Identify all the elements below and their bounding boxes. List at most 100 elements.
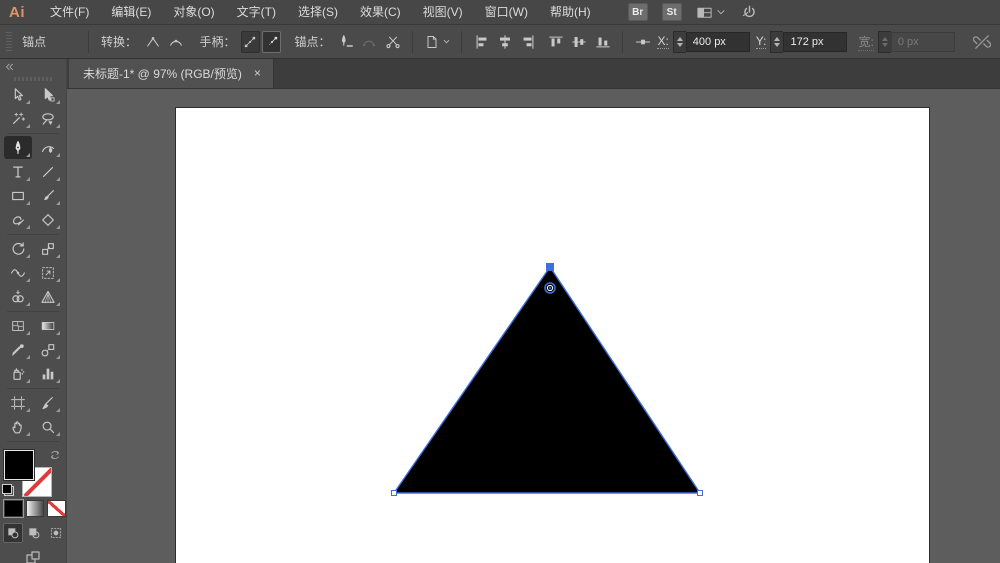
blend-tool[interactable] [34, 338, 62, 361]
hide-handles-button[interactable] [262, 30, 282, 53]
artboard-page-icon [424, 34, 440, 50]
convert-to-corner-button[interactable] [142, 30, 163, 54]
direct-selection-tool[interactable] [34, 83, 62, 106]
menu-item-edit[interactable]: 编辑(E) [100, 1, 162, 24]
type-tool[interactable] [4, 160, 32, 183]
align-to-artboard-dropdown[interactable] [422, 30, 452, 54]
align-horizontal-right-button[interactable] [517, 30, 538, 54]
tool-row [0, 362, 66, 386]
align-horizontal-center-button[interactable] [494, 30, 515, 54]
show-handles-button[interactable] [240, 30, 260, 53]
hide-handles-icon [265, 35, 279, 49]
draw-normal-button[interactable] [3, 523, 24, 544]
align-vertical-top-button[interactable] [546, 30, 567, 54]
convert-to-smooth-button[interactable] [165, 30, 186, 54]
gradient-tool[interactable] [34, 314, 62, 337]
x-stepper[interactable] [672, 30, 686, 53]
remove-anchor-button[interactable] [336, 30, 357, 54]
shaper-tool[interactable] [4, 208, 32, 231]
toolbar-header [0, 58, 66, 75]
eraser-tool[interactable] [34, 208, 62, 231]
perspective-grid-tool[interactable] [34, 285, 62, 308]
menu-item-view[interactable]: 视图(V) [412, 1, 474, 24]
gradient-button[interactable] [25, 500, 45, 518]
magic-wand-tool[interactable] [4, 107, 32, 130]
shape-builder-tool[interactable] [4, 285, 32, 308]
swap-fill-stroke-icon[interactable] [49, 449, 61, 461]
menu-items: 文件(F) 编辑(E) 对象(O) 文字(T) 选择(S) 效果(C) 视图(V) 窗口(W)… [39, 1, 602, 24]
fill-swatch[interactable] [4, 450, 34, 481]
tool-row [0, 136, 66, 160]
align-center-icon [497, 34, 513, 50]
document-tab[interactable]: 未标题-1* @ 97% (RGB/预览) × [69, 58, 274, 88]
eyedropper-tool[interactable] [4, 338, 32, 361]
slice-tool[interactable] [34, 391, 62, 414]
align-horizontal-left-button[interactable] [471, 30, 492, 54]
align-vertical-bottom-button[interactable] [592, 30, 613, 54]
main-area: 未标题-1* @ 97% (RGB/预览) × [0, 58, 1000, 563]
y-input[interactable]: 172 px [783, 31, 848, 52]
lasso-tool[interactable] [34, 107, 62, 130]
toolbar-grip[interactable] [14, 75, 52, 84]
y-field[interactable]: Y: 172 px [755, 30, 848, 53]
width-tool[interactable] [4, 261, 32, 284]
selection-tool-icon [10, 87, 26, 103]
scale-tool[interactable] [34, 237, 62, 260]
none-button[interactable] [47, 500, 66, 518]
menu-item-window[interactable]: 窗口(W) [474, 1, 539, 24]
collapse-panel-icon[interactable] [4, 60, 15, 75]
free-transform-tool[interactable] [34, 261, 62, 284]
stock-button[interactable]: St [661, 3, 682, 21]
menu-item-type[interactable]: 文字(T) [226, 1, 287, 24]
align-vertical-middle-button[interactable] [569, 30, 590, 54]
curvature-tool[interactable] [34, 136, 62, 159]
align-right-icon [520, 34, 536, 50]
control-bar-grip[interactable] [6, 31, 13, 52]
graph-tool[interactable] [34, 362, 62, 385]
selection-tool[interactable] [4, 83, 32, 106]
line-tool[interactable] [34, 160, 62, 183]
gpu-performance-button[interactable] [741, 4, 758, 21]
screen-mode-button[interactable] [24, 549, 42, 563]
paintbrush-tool[interactable] [34, 184, 62, 207]
hand-tool[interactable] [4, 415, 32, 438]
distribute-button[interactable] [632, 30, 653, 54]
menu-item-effect[interactable]: 效果(C) [349, 1, 412, 24]
rectangle-tool[interactable] [4, 184, 32, 207]
tab-close-button[interactable]: × [252, 65, 263, 81]
zoom-tool[interactable] [34, 415, 62, 438]
color-button[interactable] [3, 499, 24, 519]
x-field[interactable]: X: 400 px [657, 30, 750, 53]
pen-tool[interactable] [4, 136, 32, 160]
mesh-tool[interactable] [4, 314, 32, 337]
align-bottom-icon [595, 34, 611, 50]
blend-tool-icon [40, 342, 56, 358]
tool-row [0, 184, 66, 208]
rotate-tool[interactable] [4, 237, 32, 260]
menu-item-help[interactable]: 帮助(H) [539, 1, 602, 24]
y-stepper[interactable] [770, 30, 784, 53]
default-fill-stroke-icon[interactable] [2, 484, 14, 497]
paintbrush-tool-icon [40, 188, 56, 204]
draw-behind-icon [27, 526, 41, 540]
cut-path-button[interactable] [382, 30, 403, 54]
menu-item-select[interactable]: 选择(S) [287, 1, 349, 24]
direct-selection-tool-icon [40, 87, 56, 103]
slice-tool-icon [40, 395, 56, 411]
artboard-tool[interactable] [4, 391, 32, 414]
symbol-sprayer-tool[interactable] [4, 362, 32, 385]
draw-behind-button[interactable] [24, 523, 44, 543]
constrain-proportions-button[interactable] [972, 30, 993, 54]
pasteboard[interactable] [67, 89, 1000, 563]
menu-item-object[interactable]: 对象(O) [162, 1, 225, 24]
remove-anchor-icon [338, 34, 354, 50]
bridge-button[interactable]: Br [627, 3, 648, 21]
workspace-switcher-button[interactable] [696, 4, 727, 21]
toolbar-separator [7, 441, 59, 443]
x-input[interactable]: 400 px [685, 31, 750, 52]
menu-item-file[interactable]: 文件(F) [39, 1, 100, 24]
menubar-right: Br St [627, 3, 758, 21]
zoom-tool-icon [40, 419, 56, 435]
artboard[interactable] [176, 108, 929, 563]
draw-inside-button[interactable] [46, 523, 66, 543]
